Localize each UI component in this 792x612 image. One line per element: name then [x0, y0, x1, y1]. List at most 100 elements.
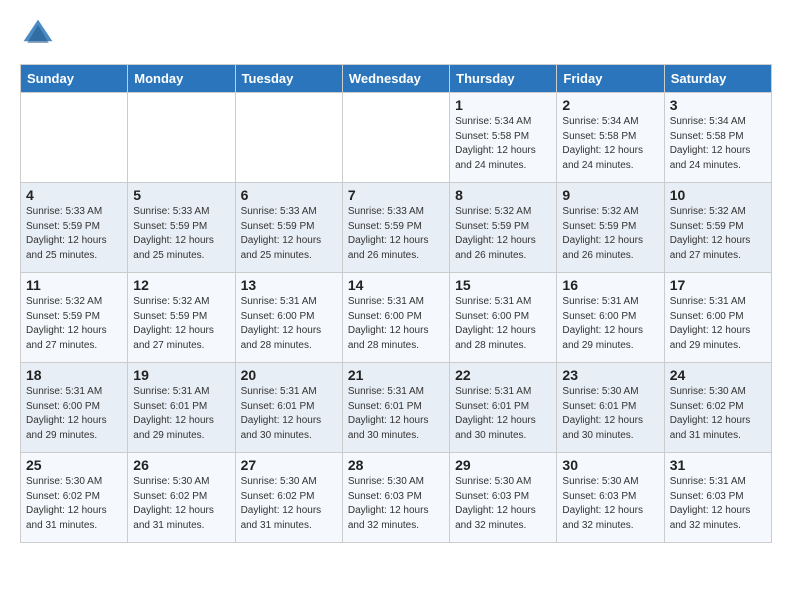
day-info: Sunrise: 5:32 AM Sunset: 5:59 PM Dayligh… — [133, 295, 229, 353]
day-number: 24 — [670, 367, 766, 383]
calendar-cell: 13 Sunrise: 5:31 AM Sunset: 6:00 PM Dayli… — [235, 273, 342, 363]
day-info: Sunrise: 5:31 AM Sunset: 6:00 PM Dayligh… — [670, 295, 766, 353]
calendar-cell: 17 Sunrise: 5:31 AM Sunset: 6:00 PM Dayli… — [664, 273, 771, 363]
day-info: Sunrise: 5:31 AM Sunset: 6:01 PM Dayligh… — [241, 385, 337, 443]
day-info: Sunrise: 5:33 AM Sunset: 5:59 PM Dayligh… — [26, 205, 122, 263]
weekday-header-sunday: Sunday — [21, 65, 128, 93]
calendar-cell: 9 Sunrise: 5:32 AM Sunset: 5:59 PM Daylig… — [557, 183, 664, 273]
day-info: Sunrise: 5:34 AM Sunset: 5:58 PM Dayligh… — [455, 115, 551, 173]
calendar-cell: 11 Sunrise: 5:32 AM Sunset: 5:59 PM Dayli… — [21, 273, 128, 363]
day-number: 6 — [241, 187, 337, 203]
calendar-cell: 27Sunrise: 5:30 AM Sunset: 6:02 PM Dayli… — [235, 453, 342, 543]
day-number: 11 — [26, 277, 122, 293]
day-number: 22 — [455, 367, 551, 383]
day-info: Sunrise: 5:32 AM Sunset: 5:59 PM Dayligh… — [26, 295, 122, 353]
calendar-cell: 12 Sunrise: 5:32 AM Sunset: 5:59 PM Dayli… — [128, 273, 235, 363]
day-info: Sunrise: 5:32 AM Sunset: 5:59 PM Dayligh… — [562, 205, 658, 263]
day-info: Sunrise: 5:31 AM Sunset: 6:01 PM Dayligh… — [348, 385, 444, 443]
calendar-cell: 23 Sunrise: 5:30 AM Sunset: 6:01 PM Dayli… — [557, 363, 664, 453]
calendar-cell: 14 Sunrise: 5:31 AM Sunset: 6:00 PM Dayli… — [342, 273, 449, 363]
day-info: Sunrise: 5:34 AM Sunset: 5:58 PM Dayligh… — [670, 115, 766, 173]
day-number: 25 — [26, 457, 122, 473]
day-info: Sunrise: 5:34 AM Sunset: 5:58 PM Dayligh… — [562, 115, 658, 173]
day-info: Sunrise: 5:31 AM Sunset: 6:01 PM Dayligh… — [455, 385, 551, 443]
day-number: 17 — [670, 277, 766, 293]
day-info: Sunrise: 5:31 AM Sunset: 6:00 PM Dayligh… — [348, 295, 444, 353]
day-info: Sunrise: 5:30 AM Sunset: 6:01 PM Dayligh… — [562, 385, 658, 443]
calendar-cell: 4 Sunrise: 5:33 AM Sunset: 5:59 PM Daylig… — [21, 183, 128, 273]
day-info: Sunrise: 5:30 AM Sunset: 6:02 PM Dayligh… — [26, 475, 122, 533]
day-number: 26 — [133, 457, 229, 473]
day-info: Sunrise: 5:33 AM Sunset: 5:59 PM Dayligh… — [348, 205, 444, 263]
calendar-week-row: 25 Sunrise: 5:30 AM Sunset: 6:02 PM Dayli… — [21, 453, 772, 543]
calendar-cell — [128, 93, 235, 183]
day-number: 1 — [455, 97, 551, 113]
calendar-cell — [235, 93, 342, 183]
calendar-cell — [342, 93, 449, 183]
day-info: Sunrise: 5:30 AM Sunset: 6:02 PM Dayligh… — [670, 385, 766, 443]
weekday-header-wednesday: Wednesday — [342, 65, 449, 93]
calendar-cell: 7 Sunrise: 5:33 AM Sunset: 5:59 PM Daylig… — [342, 183, 449, 273]
calendar-cell: 16Sunrise: 5:31 AM Sunset: 6:00 PM Dayli… — [557, 273, 664, 363]
calendar-cell: 21 Sunrise: 5:31 AM Sunset: 6:01 PM Dayli… — [342, 363, 449, 453]
day-number: 19 — [133, 367, 229, 383]
calendar-cell: 2Sunrise: 5:34 AM Sunset: 5:58 PM Daylig… — [557, 93, 664, 183]
day-number: 28 — [348, 457, 444, 473]
day-info: Sunrise: 5:31 AM Sunset: 6:00 PM Dayligh… — [26, 385, 122, 443]
calendar-cell: 25 Sunrise: 5:30 AM Sunset: 6:02 PM Dayli… — [21, 453, 128, 543]
day-number: 5 — [133, 187, 229, 203]
day-number: 23 — [562, 367, 658, 383]
day-number: 4 — [26, 187, 122, 203]
weekday-header-saturday: Saturday — [664, 65, 771, 93]
day-number: 21 — [348, 367, 444, 383]
logo-icon — [20, 16, 56, 52]
day-info: Sunrise: 5:33 AM Sunset: 5:59 PM Dayligh… — [133, 205, 229, 263]
day-number: 9 — [562, 187, 658, 203]
calendar-week-row: 11 Sunrise: 5:32 AM Sunset: 5:59 PM Dayli… — [21, 273, 772, 363]
calendar-cell: 29 Sunrise: 5:30 AM Sunset: 6:03 PM Dayli… — [450, 453, 557, 543]
day-number: 12 — [133, 277, 229, 293]
calendar-table: SundayMondayTuesdayWednesdayThursdayFrid… — [20, 64, 772, 543]
day-info: Sunrise: 5:30 AM Sunset: 6:03 PM Dayligh… — [348, 475, 444, 533]
calendar-cell: 22 Sunrise: 5:31 AM Sunset: 6:01 PM Dayli… — [450, 363, 557, 453]
calendar-cell: 30 Sunrise: 5:30 AM Sunset: 6:03 PM Dayli… — [557, 453, 664, 543]
day-info: Sunrise: 5:31 AM Sunset: 6:00 PM Dayligh… — [241, 295, 337, 353]
day-number: 7 — [348, 187, 444, 203]
day-info: Sunrise: 5:31 AM Sunset: 6:03 PM Dayligh… — [670, 475, 766, 533]
day-number: 16 — [562, 277, 658, 293]
day-number: 14 — [348, 277, 444, 293]
calendar-cell: 18 Sunrise: 5:31 AM Sunset: 6:00 PM Dayli… — [21, 363, 128, 453]
calendar-cell: 31 Sunrise: 5:31 AM Sunset: 6:03 PM Dayli… — [664, 453, 771, 543]
day-info: Sunrise: 5:31 AM Sunset: 6:01 PM Dayligh… — [133, 385, 229, 443]
page-header — [20, 16, 772, 52]
day-info: Sunrise: 5:30 AM Sunset: 6:03 PM Dayligh… — [562, 475, 658, 533]
calendar-cell: 10Sunrise: 5:32 AM Sunset: 5:59 PM Dayli… — [664, 183, 771, 273]
calendar-week-row: 4 Sunrise: 5:33 AM Sunset: 5:59 PM Daylig… — [21, 183, 772, 273]
calendar-week-row: 18 Sunrise: 5:31 AM Sunset: 6:00 PM Dayli… — [21, 363, 772, 453]
day-number: 10 — [670, 187, 766, 203]
calendar-cell: 26Sunrise: 5:30 AM Sunset: 6:02 PM Dayli… — [128, 453, 235, 543]
logo — [20, 16, 60, 52]
day-info: Sunrise: 5:32 AM Sunset: 5:59 PM Dayligh… — [455, 205, 551, 263]
calendar-cell: 19 Sunrise: 5:31 AM Sunset: 6:01 PM Dayli… — [128, 363, 235, 453]
weekday-header-tuesday: Tuesday — [235, 65, 342, 93]
calendar-cell: 3 Sunrise: 5:34 AM Sunset: 5:58 PM Daylig… — [664, 93, 771, 183]
calendar-cell: 20 Sunrise: 5:31 AM Sunset: 6:01 PM Dayli… — [235, 363, 342, 453]
day-number: 30 — [562, 457, 658, 473]
day-number: 15 — [455, 277, 551, 293]
calendar-cell — [21, 93, 128, 183]
calendar-cell: 5 Sunrise: 5:33 AM Sunset: 5:59 PM Daylig… — [128, 183, 235, 273]
day-number: 31 — [670, 457, 766, 473]
day-number: 20 — [241, 367, 337, 383]
day-number: 8 — [455, 187, 551, 203]
day-number: 18 — [26, 367, 122, 383]
calendar-cell: 24 Sunrise: 5:30 AM Sunset: 6:02 PM Dayli… — [664, 363, 771, 453]
day-info: Sunrise: 5:31 AM Sunset: 6:00 PM Dayligh… — [455, 295, 551, 353]
calendar-cell: 28 Sunrise: 5:30 AM Sunset: 6:03 PM Dayli… — [342, 453, 449, 543]
day-info: Sunrise: 5:30 AM Sunset: 6:03 PM Dayligh… — [455, 475, 551, 533]
day-number: 29 — [455, 457, 551, 473]
calendar-cell: 6Sunrise: 5:33 AM Sunset: 5:59 PM Daylig… — [235, 183, 342, 273]
day-number: 3 — [670, 97, 766, 113]
day-number: 13 — [241, 277, 337, 293]
weekday-header-row: SundayMondayTuesdayWednesdayThursdayFrid… — [21, 65, 772, 93]
